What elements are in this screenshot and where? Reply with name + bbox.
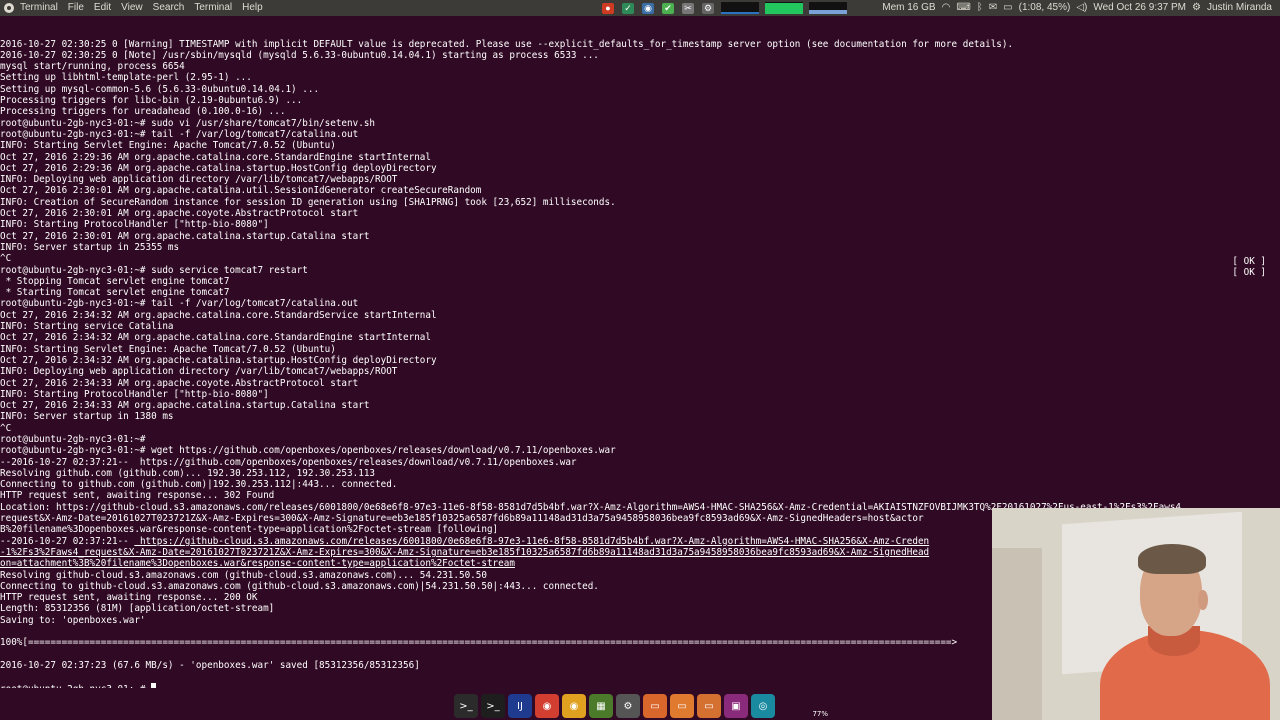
terminal-line: Oct 27, 2016 2:34:32 AM org.apache.catal… bbox=[0, 309, 437, 321]
status-area: Mem 16 GB ◠ ⌨ ᛒ ✉ ▭ (1:08, 45%) ◁) Wed O… bbox=[876, 0, 1280, 16]
files-icon[interactable]: ▭ bbox=[643, 694, 667, 718]
net-graph[interactable] bbox=[765, 2, 803, 14]
terminal-line: Processing triggers for libc-bin (2.19-0… bbox=[0, 95, 303, 107]
terminal-line: INFO: Server startup in 1380 ms bbox=[0, 411, 174, 423]
tray-chrome-icon[interactable]: ◉ bbox=[642, 2, 654, 14]
terminal-line: Resolving github.com (github.com)... 192… bbox=[0, 467, 376, 479]
terminal-line: Connecting to github.com (github.com)|19… bbox=[0, 479, 398, 491]
settings-icon[interactable]: ⚙ bbox=[616, 694, 640, 718]
text-cursor bbox=[151, 682, 157, 688]
terminal-line: INFO: Creation of SecureRandom instance … bbox=[0, 196, 616, 208]
menu-bar: Terminal File Edit View Search Terminal … bbox=[0, 0, 273, 16]
tray-gear-icon[interactable]: ⚙ bbox=[702, 2, 714, 14]
memory-indicator[interactable]: Mem 16 GB bbox=[882, 0, 935, 16]
menu-search[interactable]: Search bbox=[153, 0, 185, 16]
terminal-line: INFO: Deploying web application director… bbox=[0, 366, 398, 378]
user-name[interactable]: Justin Miranda bbox=[1207, 0, 1272, 16]
menu-view[interactable]: View bbox=[121, 0, 143, 16]
apps-icon[interactable]: ▦ bbox=[589, 694, 613, 718]
terminal-line: root@ubuntu-2gb-nyc3-01:~# wget https://… bbox=[0, 445, 616, 457]
terminal-line: root@ubuntu-2gb-nyc3-01:~# sudo vi /usr/… bbox=[0, 117, 376, 129]
ubuntu-logo-icon[interactable] bbox=[4, 3, 14, 13]
terminal-icon[interactable]: >_ bbox=[454, 694, 478, 718]
terminal-line: * Stopping Tomcat servlet engine tomcat7 bbox=[0, 275, 230, 287]
terminal-line: Oct 27, 2016 2:29:36 AM org.apache.catal… bbox=[0, 162, 437, 174]
terminal-line: ^C bbox=[0, 253, 12, 265]
terminal-line: INFO: Starting ProtocolHandler ["http-bi… bbox=[0, 388, 269, 400]
terminal-line: ^C bbox=[0, 422, 12, 434]
menu-edit[interactable]: Edit bbox=[94, 0, 111, 16]
terminal-line: root@ubuntu-2gb-nyc3-01:~# tail -f /var/… bbox=[0, 128, 359, 140]
terminal-line: Oct 27, 2016 2:34:33 AM org.apache.catal… bbox=[0, 400, 370, 412]
wifi-icon[interactable]: ◠ bbox=[942, 0, 951, 16]
tray-tool-icon[interactable]: ✂ bbox=[682, 2, 694, 14]
terminal-line: Oct 27, 2016 2:34:32 AM org.apache.catal… bbox=[0, 354, 437, 366]
dock-badge: 77% bbox=[812, 710, 828, 718]
top-panel: Terminal File Edit View Search Terminal … bbox=[0, 0, 1280, 16]
menu-file[interactable]: File bbox=[68, 0, 84, 16]
battery-status[interactable]: (1:08, 45%) bbox=[1019, 0, 1071, 16]
keyboard-icon[interactable]: ⌨ bbox=[956, 0, 970, 16]
app-icon[interactable]: ▣ bbox=[724, 694, 748, 718]
chrome-icon[interactable]: ◉ bbox=[535, 694, 559, 718]
terminal-line: Setting up libhtml-template-perl (2.95-1… bbox=[0, 72, 252, 84]
terminal2-icon[interactable]: >_ bbox=[481, 694, 505, 718]
terminal-line: Oct 27, 2016 2:30:01 AM org.apache.coyot… bbox=[0, 208, 359, 220]
mem-graph[interactable] bbox=[809, 2, 847, 14]
menu-help[interactable]: Help bbox=[242, 0, 263, 16]
chrome2-icon[interactable]: ◉ bbox=[562, 694, 586, 718]
webcam-background-shelf bbox=[992, 548, 1042, 720]
terminal-line: INFO: Deploying web application director… bbox=[0, 174, 398, 186]
battery-icon[interactable]: ▭ bbox=[1003, 0, 1012, 16]
terminal-line: Processing triggers for ureadahead (0.10… bbox=[0, 106, 286, 118]
tray-app-icon[interactable]: ● bbox=[602, 2, 614, 14]
menu-app-title[interactable]: Terminal bbox=[20, 0, 58, 16]
system-tray: ● ✓ ◉ ✔ ✂ ⚙ bbox=[598, 0, 850, 16]
terminal-line: --2016-10-27 02:37:21-- https://github.c… bbox=[0, 456, 577, 468]
network-icon[interactable]: ◎ bbox=[751, 694, 775, 718]
settings-gear-icon[interactable]: ⚙ bbox=[1192, 0, 1201, 16]
folder2-icon[interactable]: ▭ bbox=[697, 694, 721, 718]
mail-icon[interactable]: ✉ bbox=[989, 0, 997, 16]
terminal-line: Oct 27, 2016 2:30:01 AM org.apache.catal… bbox=[0, 230, 370, 242]
terminal-line: Oct 27, 2016 2:30:01 AM org.apache.catal… bbox=[0, 185, 482, 197]
terminal-line: 2016-10-27 02:30:25 0 [Note] /usr/sbin/m… bbox=[0, 49, 599, 61]
volume-icon[interactable]: ◁) bbox=[1076, 0, 1087, 16]
terminal-line: INFO: Starting service Catalina bbox=[0, 321, 174, 333]
tray-check-icon[interactable]: ✔ bbox=[662, 2, 674, 14]
webcam-person-ear bbox=[1198, 590, 1208, 610]
terminal-line: Oct 27, 2016 2:29:36 AM org.apache.catal… bbox=[0, 151, 431, 163]
terminal-line: INFO: Server startup in 25355 ms bbox=[0, 241, 180, 253]
webcam-person-hair bbox=[1138, 544, 1206, 574]
terminal-line: root@ubuntu-2gb-nyc3-01:~# tail -f /var/… bbox=[0, 298, 359, 310]
menu-terminal[interactable]: Terminal bbox=[194, 0, 232, 16]
terminal-line: INFO: Starting Servlet Engine: Apache To… bbox=[0, 343, 336, 355]
ok-status-1: [ OK ] bbox=[1232, 256, 1266, 267]
ok-status-2: [ OK ] bbox=[1232, 267, 1266, 278]
bluetooth-icon[interactable]: ᛒ bbox=[977, 0, 983, 16]
terminal-line: Oct 27, 2016 2:34:33 AM org.apache.coyot… bbox=[0, 377, 359, 389]
terminal-line: root@ubuntu-2gb-nyc3-01:~# sudo service … bbox=[0, 264, 308, 276]
clock[interactable]: Wed Oct 26 9:37 PM bbox=[1093, 0, 1186, 16]
terminal-line: INFO: Starting ProtocolHandler ["http-bi… bbox=[0, 219, 269, 231]
terminal-line: Setting up mysql-common-5.6 (5.6.33-0ubu… bbox=[0, 83, 320, 95]
terminal-line: 2016-10-27 02:30:25 0 [Warning] TIMESTAM… bbox=[0, 38, 1014, 50]
tray-sync-icon[interactable]: ✓ bbox=[622, 2, 634, 14]
terminal-line: mysql start/running, process 6654 bbox=[0, 61, 185, 73]
terminal-line: * Starting Tomcat servlet engine tomcat7 bbox=[0, 287, 230, 299]
terminal-line: INFO: Starting Servlet Engine: Apache To… bbox=[0, 140, 336, 152]
terminal-line: HTTP request sent, awaiting response... … bbox=[0, 490, 275, 502]
cpu-graph[interactable] bbox=[721, 2, 759, 14]
intellij-icon[interactable]: IJ bbox=[508, 694, 532, 718]
terminal-line: Oct 27, 2016 2:34:32 AM org.apache.catal… bbox=[0, 332, 431, 344]
folder-icon[interactable]: ▭ bbox=[670, 694, 694, 718]
webcam-overlay bbox=[992, 508, 1280, 720]
terminal-line: root@ubuntu-2gb-nyc3-01:~# bbox=[0, 433, 146, 445]
dock: >_ >_ IJ ◉ ◉ ▦ ⚙ ▭ ▭ ▭ ▣ ◎ 77% bbox=[454, 692, 830, 720]
